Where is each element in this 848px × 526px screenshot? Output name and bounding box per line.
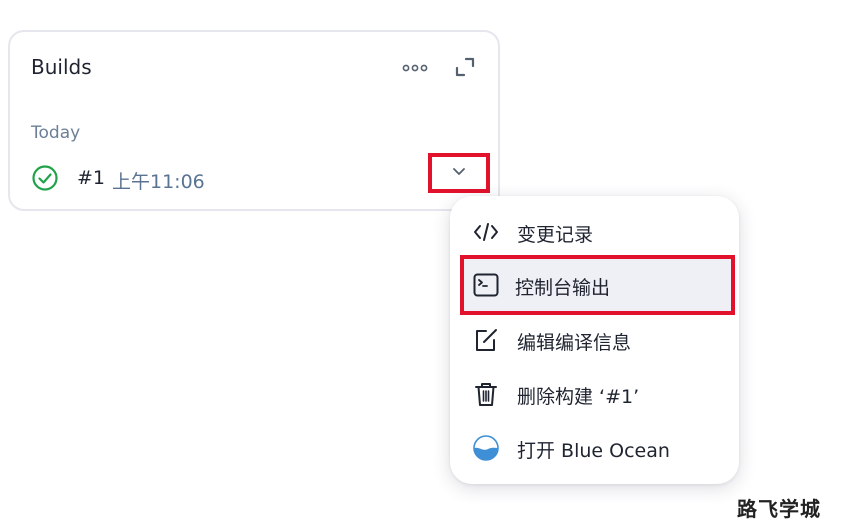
- watermark: 路飞学城: [737, 497, 821, 521]
- trash-icon: [475, 383, 497, 406]
- menu-item-label: 打开 Blue Ocean: [517, 440, 670, 462]
- code-icon: [474, 223, 498, 241]
- card-title: Builds: [31, 55, 92, 79]
- edit-icon: [476, 329, 497, 351]
- menu-item-changes[interactable]: 变更记录: [464, 205, 726, 259]
- build-actions-menu: 变更记录 控制台输出 编辑编译信息 删除构建 ‘#1’ 打开 Blue Ocea…: [450, 196, 739, 484]
- menu-item-label: 控制台输出: [515, 277, 611, 299]
- blue-ocean-icon: [473, 435, 499, 461]
- build-row[interactable]: #1 上午11:06: [31, 162, 491, 196]
- menu-item-label: 删除构建 ‘#1’: [517, 386, 640, 408]
- menu-item-console-output[interactable]: 控制台输出: [460, 255, 735, 315]
- expand-icon[interactable]: [454, 56, 476, 78]
- builds-card: Builds Today #1 上午11:06: [8, 30, 500, 211]
- menu-item-label: 编辑编译信息: [517, 332, 632, 354]
- menu-item-edit-build-info[interactable]: 编辑编译信息: [464, 313, 726, 367]
- chevron-down-icon: [453, 168, 465, 175]
- build-time: 上午11:06: [112, 171, 205, 193]
- build-number[interactable]: #1: [77, 167, 105, 189]
- menu-item-open-blue-ocean[interactable]: 打开 Blue Ocean: [464, 421, 726, 475]
- more-options-icon[interactable]: [402, 60, 428, 76]
- success-check-icon: [32, 165, 58, 191]
- menu-item-label: 变更记录: [517, 224, 594, 246]
- menu-item-delete-build[interactable]: 删除构建 ‘#1’: [464, 367, 726, 421]
- terminal-icon: [473, 273, 499, 297]
- section-label-today: Today: [31, 123, 81, 143]
- build-actions-dropdown-button[interactable]: [428, 153, 490, 193]
